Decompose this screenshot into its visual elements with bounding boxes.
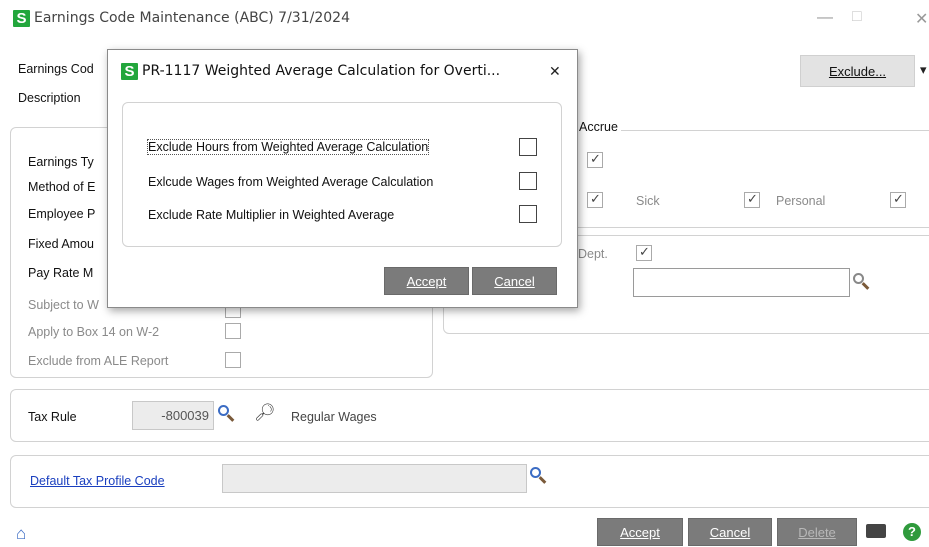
dialog-logo-icon: S [121,63,138,80]
subject-to-label: Subject to W [28,298,99,312]
maximize-button[interactable]: □ [852,8,862,26]
apply-box14-checkbox[interactable] [225,323,241,339]
mortarboard-icon[interactable]: ⌂ [16,524,26,544]
method-label: Method of E [28,180,96,194]
accrue-checkbox[interactable] [587,151,603,168]
dept-input[interactable] [633,268,850,297]
delete-button[interactable]: Delete [777,518,857,546]
default-tax-profile-link[interactable]: Default Tax Profile Code [30,474,165,488]
dept-checkbox[interactable] [636,244,652,261]
personal-label: Personal [776,194,826,208]
exclude-button[interactable]: Exclude... [800,55,915,87]
dept-lookup-icon[interactable] [853,273,864,284]
dialog-accept-label: Accept [406,274,447,289]
description-label: Description [18,91,81,105]
tax-profile-lookup-icon[interactable] [530,467,541,478]
fixed-amount-label: Fixed Amou [28,237,95,251]
personal-checkbox[interactable] [890,191,906,208]
close-button[interactable]: ✕ [915,9,928,29]
exclude-ale-checkbox[interactable] [225,352,241,368]
tax-rule-lookup-icon[interactable] [218,405,229,416]
sick-label: Sick [636,194,660,208]
dialog-title: PR-1117 Weighted Average Calculation for… [142,63,501,79]
earnings-code-label: Earnings Cod [18,62,94,76]
dept-label: Dept. [578,247,608,261]
pay-rate-label: Pay Rate M [28,266,94,280]
binoculars-icon[interactable]: 🔎︎ [254,403,276,423]
exclude-button-label: Exclude... [828,64,887,79]
dialog-accept-button[interactable]: Accept [384,267,469,295]
tax-rule-label: Tax Rule [28,410,77,424]
exclude-ale-label: Exclude from ALE Report [28,354,169,368]
accrue-title: Accrue [576,120,621,134]
exclude-wages-checkbox[interactable] [519,172,537,190]
tax-rule-description: Regular Wages [291,410,377,424]
minimize-button[interactable]: — [817,9,833,27]
help-icon[interactable]: ? [903,523,921,541]
window-title: Earnings Code Maintenance (ABC) 7/31/202… [34,10,350,26]
sick-checkbox[interactable] [744,191,760,208]
printer-icon[interactable] [866,524,886,538]
app-logo-icon: S [13,10,30,27]
cancel-button[interactable]: Cancel [688,518,772,546]
exclude-rate-multiplier-label: Exclude Rate Multiplier in Weighted Aver… [148,208,395,222]
accept-button[interactable]: Accept [597,518,683,546]
dialog-close-button[interactable]: ✕ [549,63,561,80]
exclude-dropdown-arrow[interactable]: ▾ [920,62,927,78]
delete-button-label: Delete [798,525,836,540]
exclude-rate-multiplier-checkbox[interactable] [519,205,537,223]
apply-box14-label: Apply to Box 14 on W-2 [28,325,160,339]
earnings-type-label: Earnings Ty [28,155,94,169]
exclude-hours-label: Exclude Hours from Weighted Average Calc… [146,139,430,155]
accept-button-label: Accept [620,525,660,540]
weighted-average-dialog: S PR-1117 Weighted Average Calculation f… [107,49,578,308]
exclude-wages-label: Exlcude Wages from Weighted Average Calc… [148,175,434,189]
cancel-button-label: Cancel [709,525,751,540]
dialog-cancel-label: Cancel [494,274,535,289]
accrue-vacation-checkbox[interactable] [587,191,603,208]
tax-rule-input[interactable]: -800039 [132,401,214,430]
employee-label: Employee P [28,207,96,221]
dialog-cancel-button[interactable]: Cancel [472,267,557,295]
tax-profile-input[interactable] [222,464,527,493]
exclude-hours-checkbox[interactable] [519,138,537,156]
